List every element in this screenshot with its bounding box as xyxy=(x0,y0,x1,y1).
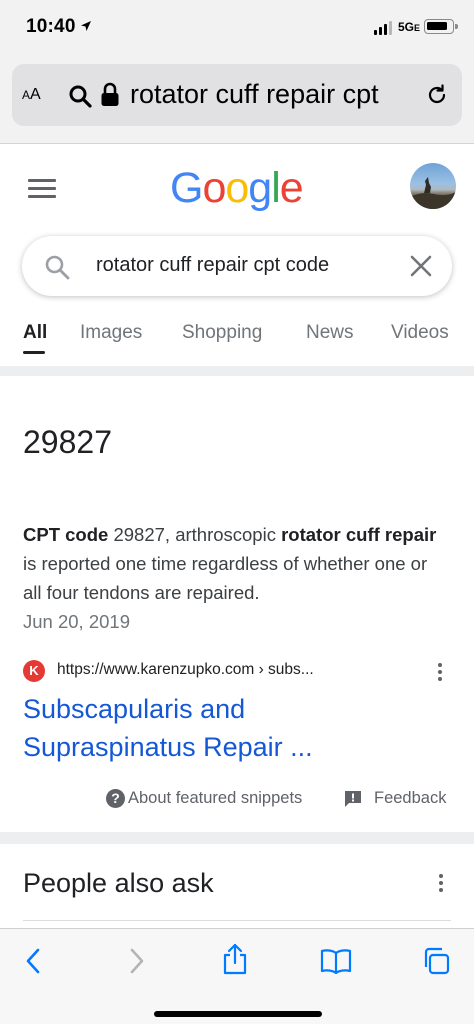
feedback-icon xyxy=(345,791,361,807)
paa-title: People also ask xyxy=(23,868,214,898)
divider xyxy=(0,366,474,376)
bookmarks-icon[interactable] xyxy=(320,947,352,975)
people-also-ask: People also ask xyxy=(0,844,474,934)
logo-letter: l xyxy=(271,164,281,212)
snippet-date: Jun 20, 2019 xyxy=(23,611,130,632)
logo-letter: g xyxy=(248,164,272,212)
google-logo[interactable]: Google xyxy=(170,164,304,213)
reload-icon[interactable] xyxy=(426,84,448,106)
clear-icon[interactable] xyxy=(410,255,432,277)
lock-icon xyxy=(101,82,119,106)
search-icon[interactable] xyxy=(44,254,70,280)
back-icon[interactable] xyxy=(22,947,46,975)
more-vert-icon[interactable] xyxy=(438,663,442,681)
tab-all[interactable]: All xyxy=(23,322,47,344)
safari-bottom-toolbar xyxy=(0,928,474,1024)
snippet-answer: 29827 xyxy=(23,424,112,460)
snippet-source[interactable]: K https://www.karenzupko.com › subs... xyxy=(23,660,453,682)
safari-toolbar: AA rotator cuff repair cpt xyxy=(0,58,474,144)
status-bar: 10:40 5GE xyxy=(0,0,474,58)
divider xyxy=(0,832,474,844)
paa-divider xyxy=(23,920,451,921)
search-box[interactable]: rotator cuff repair cpt code xyxy=(22,236,452,296)
tab-news[interactable]: News xyxy=(306,322,354,344)
network-label: 5GE xyxy=(398,20,421,34)
logo-letter: e xyxy=(279,164,304,212)
result-title-link[interactable]: Subscapularis and Supraspinatus Repair .… xyxy=(23,690,423,766)
tab-videos[interactable]: Videos xyxy=(391,322,449,344)
battery-icon xyxy=(424,19,458,34)
featured-snippet: 29827 CPT code 29827, arthroscopic rotat… xyxy=(0,376,474,832)
hamburger-icon[interactable] xyxy=(28,179,56,199)
location-arrow-icon xyxy=(81,21,91,31)
snippet-text: CPT code 29827, arthroscopic rotator cuf… xyxy=(23,524,437,632)
tab-active-indicator xyxy=(23,351,45,354)
share-icon[interactable] xyxy=(222,943,248,975)
google-header: Google xyxy=(0,145,474,231)
tab-images[interactable]: Images xyxy=(80,322,142,344)
avatar[interactable] xyxy=(410,163,456,209)
status-time: 10:40 xyxy=(26,16,76,37)
logo-letter: o xyxy=(225,164,249,212)
tab-shopping[interactable]: Shopping xyxy=(182,322,262,344)
forward-icon[interactable] xyxy=(124,947,148,975)
search-input[interactable]: rotator cuff repair cpt code xyxy=(96,254,329,277)
signal-icon xyxy=(374,21,394,35)
home-indicator xyxy=(154,1011,322,1017)
source-url[interactable]: https://www.karenzupko.com › subs... xyxy=(57,661,314,679)
logo-letter: G xyxy=(170,164,203,212)
url-text[interactable]: rotator cuff repair cpt xyxy=(130,79,402,110)
site-favicon: K xyxy=(23,660,45,682)
address-bar[interactable]: AA rotator cuff repair cpt xyxy=(12,64,462,126)
search-tabs: All Images Shopping News Videos xyxy=(0,320,474,366)
tabs-icon[interactable] xyxy=(422,947,450,975)
question-icon: ? xyxy=(106,789,125,808)
more-vert-icon[interactable] xyxy=(439,874,443,892)
search-icon xyxy=(69,85,92,108)
snippet-footer: ? About featured snippets Feedback xyxy=(0,788,474,812)
logo-letter: o xyxy=(202,164,226,212)
text-size-button[interactable]: AA xyxy=(22,86,41,104)
